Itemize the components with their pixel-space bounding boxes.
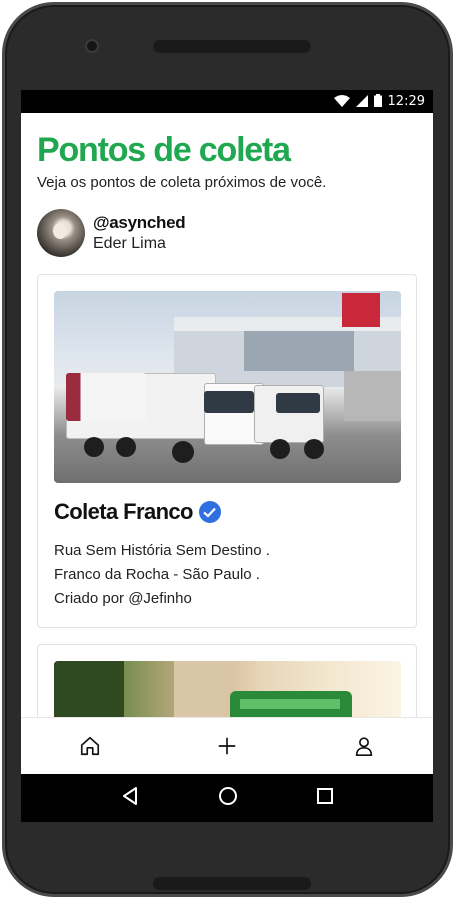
signal-icon xyxy=(355,94,368,110)
page-title: Pontos de coleta xyxy=(37,131,291,169)
collection-point-card[interactable]: Coleta Franco Rua Sem História Sem Desti… xyxy=(37,274,417,628)
collection-point-card[interactable] xyxy=(37,644,417,717)
status-time: 12:29 xyxy=(387,94,425,109)
user-icon xyxy=(356,737,373,756)
speaker-bottom xyxy=(153,877,311,890)
main-content[interactable]: Pontos de coleta Veja os pontos de colet… xyxy=(21,113,433,717)
nav-home-button[interactable] xyxy=(70,726,110,766)
card-image xyxy=(54,291,401,483)
android-navigation-bar xyxy=(21,774,433,822)
card-address: Rua Sem História Sem Destino . xyxy=(54,542,270,559)
card-details: Rua Sem História Sem Destino . Franco da… xyxy=(54,539,270,611)
square-recents-icon xyxy=(317,787,333,804)
recents-button[interactable] xyxy=(316,787,334,810)
avatar[interactable] xyxy=(37,209,85,257)
page-subtitle: Veja os pontos de coleta próximos de voc… xyxy=(37,174,327,191)
card-city: Franco da Rocha - São Paulo . xyxy=(54,566,260,583)
card-image xyxy=(54,661,401,717)
profile-name: Eder Lima xyxy=(93,235,166,252)
card-title-text: Coleta Franco xyxy=(54,499,194,524)
nav-profile-button[interactable] xyxy=(344,726,384,766)
profile[interactable]: @asynched Eder Lima xyxy=(37,209,186,257)
status-bar: 12:29 xyxy=(21,90,433,113)
home-icon xyxy=(80,736,99,756)
wifi-icon xyxy=(333,94,350,110)
back-icon xyxy=(123,786,137,805)
verified-badge-icon xyxy=(198,501,221,523)
speaker-top xyxy=(153,40,311,53)
plus-icon xyxy=(218,737,236,755)
card-author: Criado por @Jefinho xyxy=(54,590,192,607)
circle-home-icon xyxy=(219,786,237,805)
profile-handle: @asynched xyxy=(93,213,186,232)
battery-icon xyxy=(373,93,382,110)
camera xyxy=(85,39,99,53)
back-button[interactable] xyxy=(120,786,140,811)
profile-text: @asynched Eder Lima xyxy=(93,213,186,253)
card-title[interactable]: Coleta Franco xyxy=(54,499,221,525)
bottom-navigation xyxy=(21,717,433,774)
home-system-button[interactable] xyxy=(218,786,238,811)
screen: 12:29 Pontos de coleta Veja os pontos de… xyxy=(21,90,433,822)
nav-add-button[interactable] xyxy=(207,726,247,766)
